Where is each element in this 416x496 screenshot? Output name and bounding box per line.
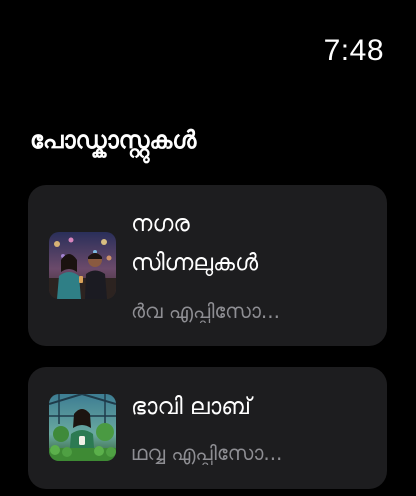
podcast-episode-count: ഥവ്വ എപ്പിസോ...: [131, 441, 283, 465]
podcast-title: ഭാവി ലാബ്: [131, 394, 251, 420]
podcast-card[interactable]: ഭാവി ലാബ് ഥവ്വ എപ്പിസോ...: [28, 367, 387, 489]
podcast-title: നഗര സിഗ്നലുകൾ: [131, 211, 259, 276]
section-title: പോഡ്കാസ്റ്റുകൾ: [30, 126, 197, 154]
status-time: 7:48: [323, 34, 384, 67]
podcast-artwork: [49, 394, 116, 461]
podcast-episode-count: ർവ എപ്പിസോ...: [131, 299, 280, 323]
podcast-artwork: [49, 232, 116, 299]
podcast-card[interactable]: നഗര സിഗ്നലുകൾ ർവ എപ്പിസോ...: [28, 185, 387, 346]
